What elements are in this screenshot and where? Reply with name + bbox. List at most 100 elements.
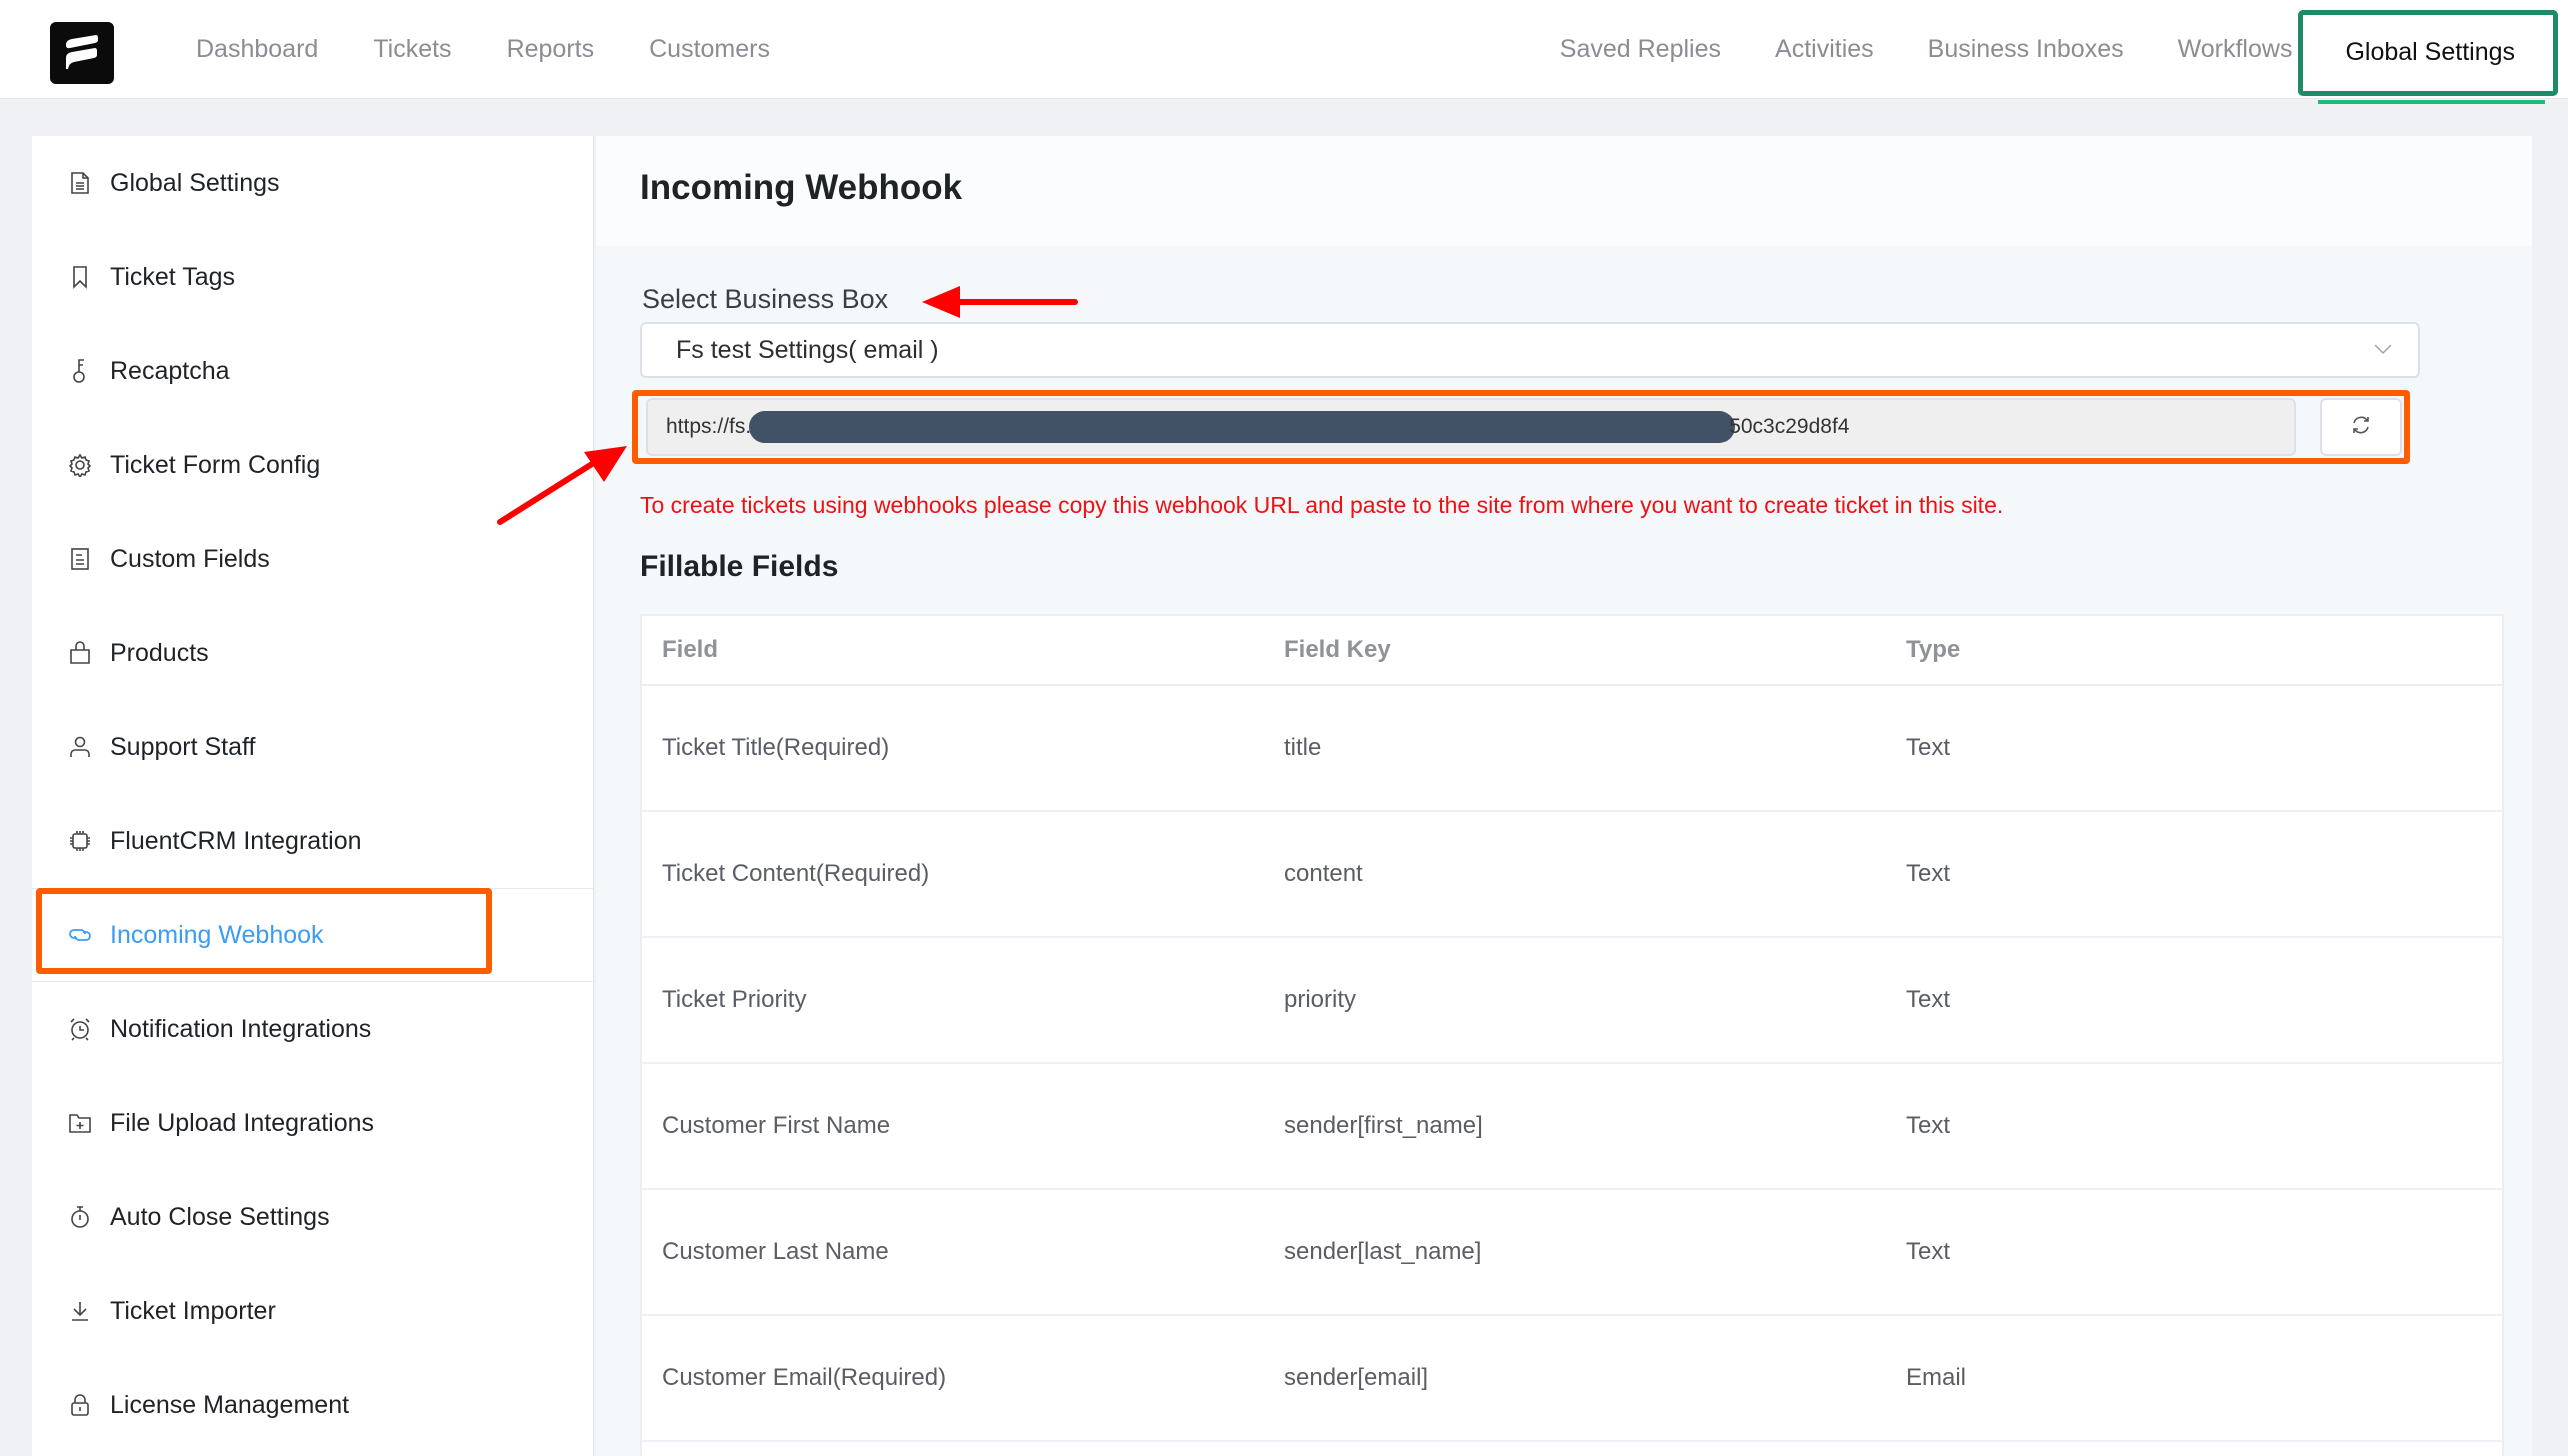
shopping-bag-icon xyxy=(68,641,92,665)
sidebar-item-products[interactable]: Products xyxy=(32,606,594,700)
cell-field-key: title xyxy=(1284,734,1322,761)
business-box-select[interactable]: Fs test Settings( email ) xyxy=(640,322,2420,378)
sidebar-item-label: License Management xyxy=(110,1390,350,1419)
table-header: Field Field Key Type xyxy=(642,616,2502,686)
nav-saved-replies[interactable]: Saved Replies xyxy=(1560,35,1721,64)
column-header-type: Type xyxy=(1906,636,1961,663)
sidebar-item-custom-fields[interactable]: Custom Fields xyxy=(32,512,594,606)
table-row: Ticket Title(Required) title Text xyxy=(642,686,2502,812)
top-navigation: Dashboard Tickets Reports Customers Save… xyxy=(0,0,2568,104)
nav-business-inboxes[interactable]: Business Inboxes xyxy=(1928,35,2124,64)
refresh-icon xyxy=(2350,414,2372,441)
sidebar-item-notification-integrations[interactable]: Notification Integrations xyxy=(32,982,594,1076)
table-row: Customer Email(Required) sender[email] E… xyxy=(642,1316,2502,1442)
table-row: Ticket Priority priority Text xyxy=(642,938,2502,1064)
cell-field: Customer Last Name xyxy=(662,1238,889,1265)
chevron-down-icon xyxy=(2372,338,2394,367)
table-row: Customer First Name sender[first_name] T… xyxy=(642,1064,2502,1190)
cell-type: Text xyxy=(1906,860,1951,887)
webhook-url-prefix: https://fs. xyxy=(666,415,752,438)
sidebar-item-fluentcrm-integration[interactable]: FluentCRM Integration xyxy=(32,794,594,888)
nav-customers[interactable]: Customers xyxy=(649,35,770,64)
cell-field: Customer First Name xyxy=(662,1112,891,1139)
nav-activities[interactable]: Activities xyxy=(1775,35,1874,64)
sidebar-item-ticket-importer[interactable]: Ticket Importer xyxy=(32,1264,594,1358)
cell-field: Ticket Title(Required) xyxy=(662,734,890,761)
sidebar-item-label: Auto Close Settings xyxy=(110,1202,330,1231)
sidebar-item-label: Ticket Tags xyxy=(110,262,236,291)
nav-reports[interactable]: Reports xyxy=(507,35,595,64)
sidebar-item-label: Incoming Webhook xyxy=(110,920,324,949)
table-row: Customer Last Name sender[last_name] Tex… xyxy=(642,1190,2502,1316)
fillable-fields-table: Field Field Key Type Ticket Title(Requir… xyxy=(640,614,2504,1456)
logo-icon xyxy=(66,35,98,69)
sidebar-item-global-settings[interactable]: Global Settings xyxy=(32,136,594,230)
fillable-fields-title: Fillable Fields xyxy=(640,550,839,583)
key-icon xyxy=(68,359,92,383)
sidebar-item-support-staff[interactable]: Support Staff xyxy=(32,700,594,794)
link-icon xyxy=(68,923,92,947)
cell-field-key: priority xyxy=(1284,986,1357,1013)
nav-workflows[interactable]: Workflows xyxy=(2178,35,2293,64)
download-icon xyxy=(68,1299,92,1323)
cell-type: Text xyxy=(1906,986,1951,1013)
nav-global-settings[interactable]: Global Settings xyxy=(2298,9,2558,104)
page-title: Incoming Webhook xyxy=(640,168,963,207)
sidebar-item-label: Custom Fields xyxy=(110,544,270,573)
column-header-field: Field xyxy=(662,636,719,663)
sidebar-item-label: Ticket Form Config xyxy=(110,450,321,479)
list-document-icon xyxy=(68,547,92,571)
sidebar-item-label: Support Staff xyxy=(110,732,256,761)
sidebar-item-file-upload-integrations[interactable]: File Upload Integrations xyxy=(32,1076,594,1170)
redaction-mask xyxy=(749,411,1736,443)
app-logo[interactable] xyxy=(50,22,114,84)
cell-field-key: sender[first_name] xyxy=(1284,1112,1483,1139)
folder-add-icon xyxy=(68,1111,92,1135)
stopwatch-icon xyxy=(68,1205,92,1229)
table-row: Ticket Content(Required) content Text xyxy=(642,812,2502,938)
cell-field-key: sender[last_name] xyxy=(1284,1238,1482,1265)
sidebar-item-label: Recaptcha xyxy=(110,356,230,385)
business-box-label: Select Business Box xyxy=(642,284,889,314)
cell-field: Ticket Priority xyxy=(662,986,807,1013)
sidebar-item-label: Global Settings xyxy=(110,168,280,197)
sidebar-item-label: Products xyxy=(110,638,209,667)
webhook-help-text: To create tickets using webhooks please … xyxy=(640,492,2004,518)
main-content: Incoming Webhook Select Business Box Fs … xyxy=(596,136,2532,1456)
sidebar-item-license-management[interactable]: License Management xyxy=(32,1358,594,1452)
sidebar-item-label: File Upload Integrations xyxy=(110,1108,375,1137)
sidebar-item-auto-close-settings[interactable]: Auto Close Settings xyxy=(32,1170,594,1264)
regenerate-webhook-button[interactable] xyxy=(2320,398,2402,456)
cell-field: Customer Email(Required) xyxy=(662,1364,947,1391)
cell-type: Text xyxy=(1906,1112,1951,1139)
page-scrollbar-track[interactable] xyxy=(2532,136,2568,1456)
settings-sidebar: Global Settings Ticket Tags Recaptcha Ti… xyxy=(32,136,594,1456)
bookmark-icon xyxy=(68,265,92,289)
sidebar-item-recaptcha[interactable]: Recaptcha xyxy=(32,324,594,418)
sidebar-item-label: Notification Integrations xyxy=(110,1014,372,1043)
sidebar-item-ticket-form-config[interactable]: Ticket Form Config xyxy=(32,418,594,512)
sidebar-item-label: FluentCRM Integration xyxy=(110,826,362,855)
cell-type: Text xyxy=(1906,1238,1951,1265)
user-icon xyxy=(68,735,92,759)
nav-tickets[interactable]: Tickets xyxy=(373,35,451,64)
nav-dashboard[interactable]: Dashboard xyxy=(196,35,318,64)
document-icon xyxy=(68,171,92,195)
cell-field-key: content xyxy=(1284,860,1363,887)
cell-field: Ticket Content(Required) xyxy=(662,860,930,887)
sidebar-item-label: Ticket Importer xyxy=(110,1296,276,1325)
column-header-field-key: Field Key xyxy=(1284,636,1391,663)
primary-nav: Dashboard Tickets Reports Customers xyxy=(196,0,825,99)
sidebar-item-incoming-webhook[interactable]: Incoming Webhook xyxy=(32,888,594,982)
gear-icon xyxy=(68,453,92,477)
webhook-url-field[interactable]: https://fs. 50c3c29d8f4 xyxy=(646,398,2296,456)
cell-type: Email xyxy=(1906,1364,1967,1391)
lock-icon xyxy=(68,1393,92,1417)
cell-field-key: sender[email] xyxy=(1284,1364,1429,1391)
sidebar-item-ticket-tags[interactable]: Ticket Tags xyxy=(32,230,594,324)
page-header: Incoming Webhook xyxy=(596,136,2532,246)
business-box-select-value: Fs test Settings( email ) xyxy=(676,335,939,364)
alarm-clock-icon xyxy=(68,1017,92,1041)
cpu-chip-icon xyxy=(68,829,92,853)
webhook-url-suffix: 50c3c29d8f4 xyxy=(1729,415,1850,438)
